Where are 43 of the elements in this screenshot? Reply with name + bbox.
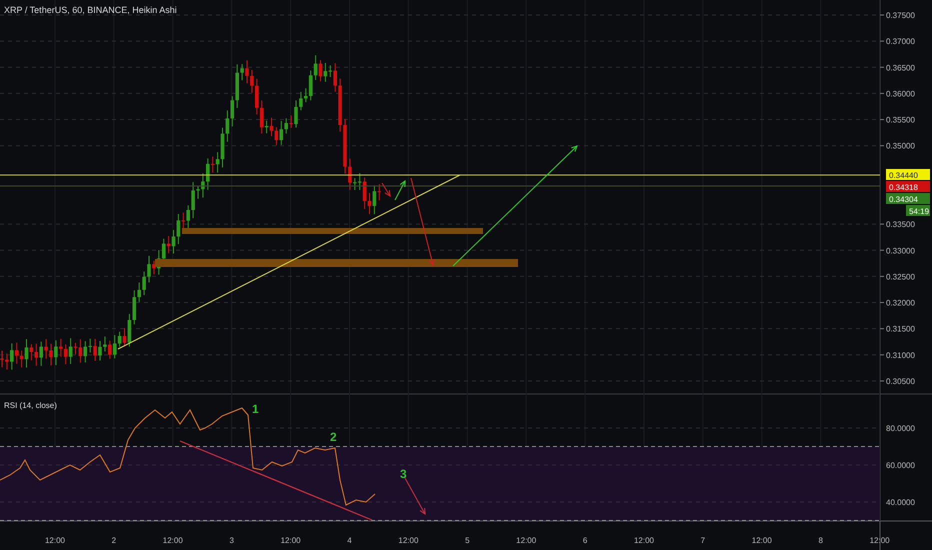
- price-axis-label: 0.32000: [886, 298, 915, 308]
- rsi-axis-label: 60.0000: [886, 461, 915, 470]
- price-axis-label: 0.30500: [886, 376, 915, 386]
- time-axis-label: 12:00: [44, 536, 66, 545]
- price-axis-label: 0.37000: [886, 37, 915, 46]
- price-tag: 0.34440: [886, 169, 930, 180]
- rsi-axis-label: 40.0000: [886, 498, 915, 507]
- price-tag: 54:19: [906, 205, 930, 216]
- time-axis-label: 3: [229, 536, 234, 545]
- annotation-label: 3: [400, 467, 407, 481]
- price-axis-label: 0.35500: [886, 116, 915, 125]
- price-axis-label: 0.33000: [886, 246, 915, 256]
- time-axis-label: 2: [112, 536, 116, 545]
- time-axis-label: 12:00: [752, 536, 772, 545]
- time-axis-label: 12:00: [516, 536, 536, 545]
- price-axis-label: 0.35000: [886, 142, 915, 151]
- price-tag: 0.34318: [886, 181, 930, 192]
- price-tag: 0.34304: [886, 193, 930, 204]
- time-axis-label: 8: [818, 536, 823, 545]
- price-axis-label: 0.32500: [886, 272, 915, 282]
- price-axis-label: 0.33500: [886, 220, 915, 230]
- annotation-label: 2: [330, 430, 337, 444]
- price-axis-label: 0.36000: [886, 89, 915, 98]
- arrow: [382, 182, 391, 197]
- price-axis-label: 0.31500: [886, 324, 915, 334]
- arrow: [404, 478, 426, 515]
- price-axis-label: 0.31000: [886, 350, 915, 360]
- time-axis-label: 5: [465, 536, 470, 545]
- time-axis-label: 6: [582, 536, 588, 545]
- indicator-title: RSI (14, close): [4, 401, 57, 410]
- time-axis-label: 12:00: [634, 536, 654, 545]
- time-axis-label: 4: [347, 536, 352, 545]
- time-axis-label: 7: [700, 536, 706, 545]
- time-axis-label: 12:00: [280, 536, 301, 545]
- chart-title: XRP / TetherUS, 60, BINANCE, Heikin Ashi: [4, 5, 177, 15]
- rsi-axis-label: 80.0000: [886, 424, 915, 433]
- time-axis-label: 12:00: [398, 536, 418, 545]
- price-axis-label: 0.37500: [886, 11, 915, 20]
- time-axis-label: 12:00: [162, 536, 183, 545]
- price-axis-label: 0.36500: [886, 63, 915, 72]
- arrow: [394, 180, 406, 200]
- annotation-label: 1: [252, 402, 259, 416]
- time-axis-label: 12:00: [870, 536, 890, 545]
